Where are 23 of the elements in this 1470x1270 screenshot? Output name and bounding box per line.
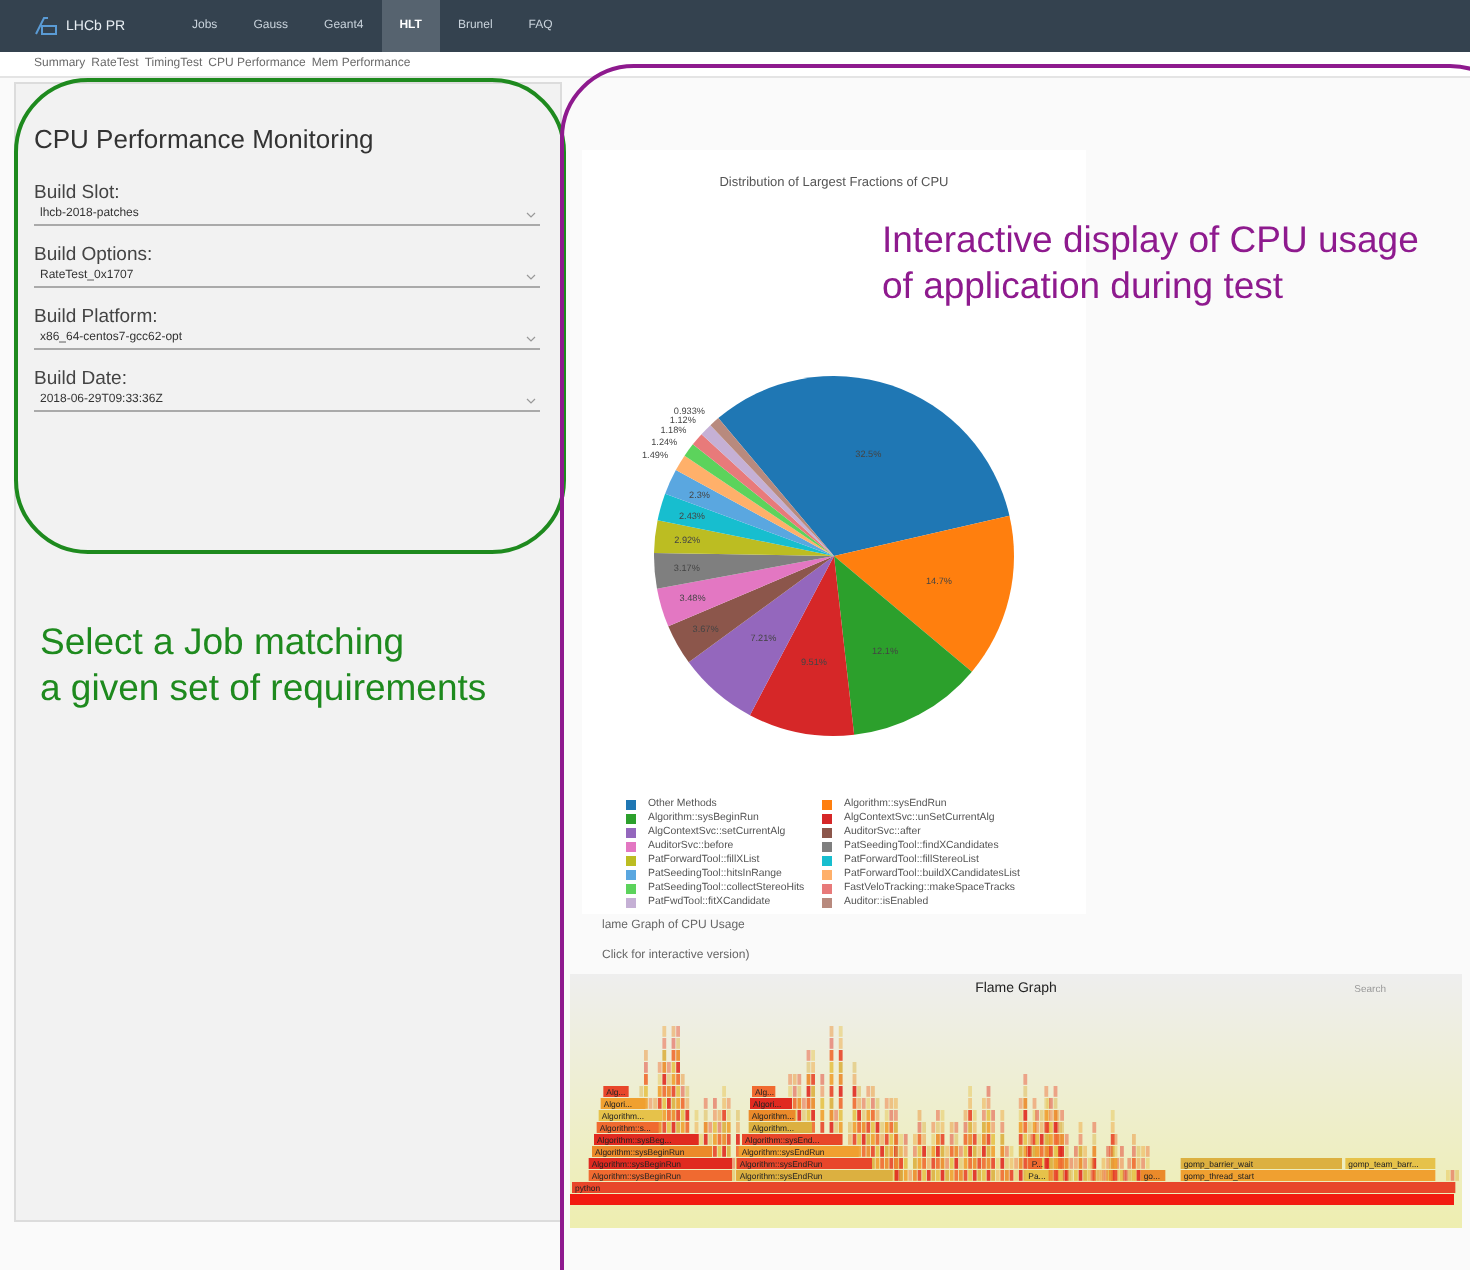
pie-slice[interactable] (654, 520, 834, 556)
pie-slice[interactable] (668, 556, 834, 663)
field-label: Build Slot: (34, 182, 122, 204)
caret-icon (526, 211, 536, 217)
pie-slice[interactable] (665, 470, 834, 556)
flame-graph[interactable] (570, 974, 1462, 1228)
caret-icon (526, 397, 536, 403)
annotation-text: Select a Job matching a given set of requirements (40, 618, 487, 710)
form-title: CPU Performance Monitoring (34, 124, 376, 154)
pie-slice[interactable] (834, 515, 1014, 672)
pie-slice[interactable] (654, 552, 834, 589)
pie-slice[interactable] (657, 556, 834, 627)
pie-slice[interactable] (718, 376, 1010, 556)
caret-icon (526, 335, 536, 341)
annotation-text: Interactive display of CPU usage of application during test (882, 216, 1419, 308)
field-label: Build Date: (34, 368, 129, 390)
field-label: Build Platform: (34, 306, 160, 328)
logo-icon (34, 16, 58, 36)
pie-slice[interactable] (834, 556, 972, 735)
pie-slice[interactable] (657, 493, 834, 556)
caret-icon (526, 273, 536, 279)
pie-slice[interactable] (749, 556, 855, 736)
field-label: Build Options: (34, 244, 155, 266)
